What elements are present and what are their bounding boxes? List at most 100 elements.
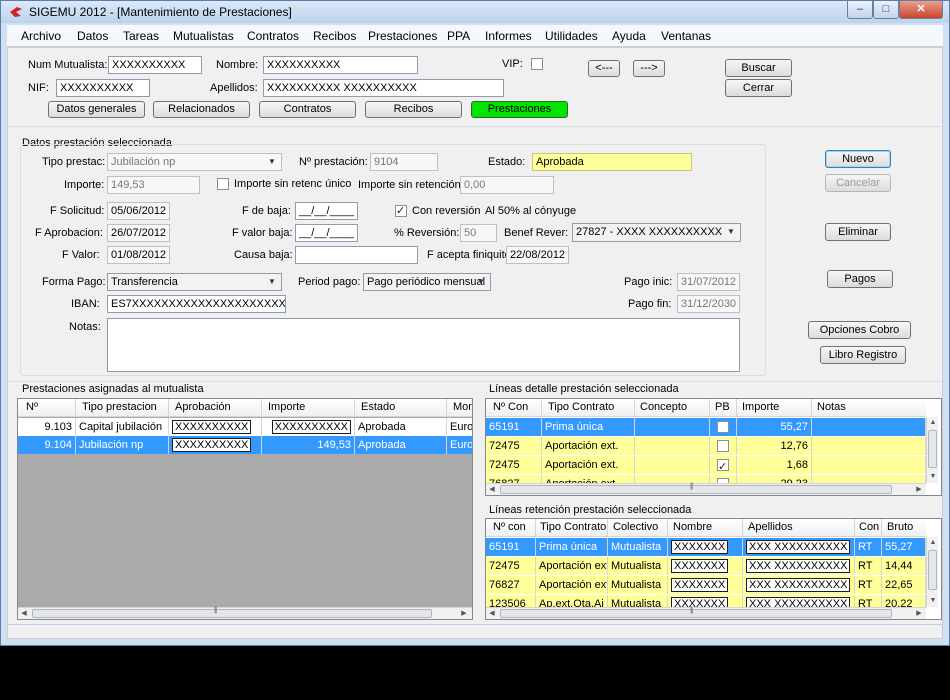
nuevo-button[interactable]: Nuevo bbox=[825, 150, 891, 168]
table-row[interactable]: 9.103 Capital jubilación XXXXXXXXXX XXXX… bbox=[18, 418, 472, 436]
period-pago-combo[interactable]: Pago periódico mensual ▼ bbox=[363, 273, 491, 291]
tipo-prestac-combo[interactable]: Jubilación np ▼ bbox=[107, 153, 282, 171]
table-row[interactable]: 76827 Aportación ext. Mutualista XXXXXXX XXX… bbox=[486, 576, 926, 594]
col-header-ncon[interactable]: Nº con bbox=[493, 521, 526, 533]
col-header-tipo-prestacion[interactable]: Tipo prestacion bbox=[82, 401, 157, 413]
scroll-thumb[interactable] bbox=[500, 485, 892, 494]
cerrar-button[interactable]: Cerrar bbox=[725, 79, 792, 97]
col-header-num[interactable]: Nº bbox=[26, 401, 38, 413]
next-button[interactable]: ---> bbox=[633, 60, 665, 77]
col-header-notas[interactable]: Notas bbox=[817, 401, 846, 413]
col-header-moneda[interactable]: Mone bbox=[453, 401, 472, 413]
menu-informes[interactable]: Informes bbox=[485, 29, 532, 43]
pb-checkbox[interactable] bbox=[717, 440, 729, 452]
nif-field[interactable]: XXXXXXXXXX bbox=[56, 79, 150, 97]
importe-field[interactable]: 149,53 bbox=[107, 176, 200, 194]
iban-field[interactable]: ES7XXXXXXXXXXXXXXXXXXXXXX bbox=[107, 295, 286, 313]
horizontal-scrollbar[interactable]: ◀ ||| ▶ bbox=[18, 607, 472, 619]
pb-checkbox[interactable] bbox=[717, 421, 729, 433]
menu-ventanas[interactable]: Ventanas bbox=[661, 29, 711, 43]
scroll-thumb[interactable] bbox=[500, 609, 892, 618]
pb-checkbox[interactable] bbox=[717, 458, 729, 474]
col-header-ncon[interactable]: Nº Con bbox=[493, 401, 528, 413]
num-mutualista-field[interactable]: XXXXXXXXXX bbox=[108, 56, 202, 74]
scroll-thumb[interactable] bbox=[928, 550, 937, 590]
f-baja-field[interactable]: __/__/____ bbox=[295, 202, 358, 220]
scroll-up-icon[interactable]: ▲ bbox=[927, 537, 939, 549]
menu-tareas[interactable]: Tareas bbox=[123, 29, 159, 43]
table-row-selected[interactable]: 65191 Prima única 55,27 bbox=[486, 418, 926, 436]
forma-pago-combo[interactable]: Transferencia ▼ bbox=[107, 273, 282, 291]
scroll-right-icon[interactable]: ▶ bbox=[913, 484, 925, 495]
pagos-button[interactable]: Pagos bbox=[827, 270, 893, 288]
estado-field[interactable]: Aprobada bbox=[532, 153, 692, 171]
menu-ayuda[interactable]: Ayuda bbox=[612, 29, 646, 43]
pct-reversion-field[interactable]: 50 bbox=[460, 224, 497, 242]
cancelar-button[interactable]: Cancelar bbox=[825, 174, 891, 192]
col-header-nombre[interactable]: Nombre bbox=[673, 521, 712, 533]
menu-mutualistas[interactable]: Mutualistas bbox=[173, 29, 234, 43]
minimize-button[interactable]: – bbox=[847, 1, 873, 19]
col-header-pb[interactable]: PB bbox=[715, 401, 730, 413]
col-header-apellidos[interactable]: Apellidos bbox=[748, 521, 793, 533]
horizontal-scrollbar[interactable]: ◀ ||| ▶ bbox=[486, 607, 926, 619]
nombre-field[interactable]: XXXXXXXXXX bbox=[263, 56, 418, 74]
table-row-selected[interactable]: 65191 Prima única Mutualista XXXXXXX XXX XXX… bbox=[486, 538, 926, 556]
col-header-estado[interactable]: Estado bbox=[361, 401, 395, 413]
con-reversion-checkbox[interactable] bbox=[395, 204, 407, 217]
benef-rever-combo[interactable]: 27827 - XXXX XXXXXXXXXX ▼ bbox=[572, 223, 741, 242]
f-valor-field[interactable]: 01/08/2012 bbox=[107, 246, 170, 264]
table-row[interactable]: 72475 Aportación ext. Mutualista XXXXXXX XXX… bbox=[486, 557, 926, 575]
menu-utilidades[interactable]: Utilidades bbox=[545, 29, 598, 43]
tab-recibos[interactable]: Recibos bbox=[365, 101, 462, 118]
col-header-tipo-contrato[interactable]: Tipo Contrato bbox=[540, 521, 606, 533]
previous-button[interactable]: <--- bbox=[588, 60, 620, 77]
col-header-con[interactable]: Con bbox=[859, 521, 879, 533]
vip-checkbox[interactable] bbox=[531, 58, 543, 70]
notas-textarea[interactable] bbox=[107, 318, 740, 372]
eliminar-button[interactable]: Eliminar bbox=[825, 223, 891, 241]
tab-datos-generales[interactable]: Datos generales bbox=[48, 101, 145, 118]
nprestacion-field[interactable]: 9104 bbox=[370, 153, 438, 171]
menu-contratos[interactable]: Contratos bbox=[247, 29, 299, 43]
maximize-button[interactable]: □ bbox=[873, 1, 899, 19]
pago-inic-field[interactable]: 31/07/2012 bbox=[677, 273, 740, 291]
col-header-bruto[interactable]: Bruto bbox=[887, 521, 913, 533]
menu-ppa[interactable]: PPA bbox=[447, 29, 470, 43]
importe-sin-retencion-field[interactable]: 0,00 bbox=[460, 176, 554, 194]
scroll-left-icon[interactable]: ◀ bbox=[486, 608, 498, 619]
tab-prestaciones[interactable]: Prestaciones bbox=[471, 101, 568, 118]
importe-sin-retenc-unico-checkbox[interactable] bbox=[217, 178, 229, 190]
col-header-aprobacion[interactable]: Aprobación bbox=[175, 401, 231, 413]
menu-recibos[interactable]: Recibos bbox=[313, 29, 356, 43]
f-acepta-finiquito-field[interactable]: 22/08/2012 bbox=[506, 246, 569, 264]
table-row[interactable]: 72475 Aportación ext. 12,76 bbox=[486, 437, 926, 455]
buscar-button[interactable]: Buscar bbox=[725, 59, 792, 77]
menu-archivo[interactable]: Archivo bbox=[21, 29, 61, 43]
vertical-scrollbar[interactable]: ▲ ▼ bbox=[926, 417, 938, 483]
scroll-down-icon[interactable]: ▼ bbox=[927, 595, 939, 607]
col-header-importe[interactable]: Importe bbox=[268, 401, 305, 413]
close-window-button[interactable]: ✕ bbox=[899, 1, 943, 19]
col-header-concepto[interactable]: Concepto bbox=[640, 401, 687, 413]
causa-baja-field[interactable] bbox=[295, 246, 418, 264]
libro-registro-button[interactable]: Libro Registro bbox=[820, 346, 906, 364]
tab-contratos[interactable]: Contratos bbox=[259, 101, 356, 118]
col-header-tipo-contrato[interactable]: Tipo Contrato bbox=[548, 401, 614, 413]
scroll-right-icon[interactable]: ▶ bbox=[913, 608, 925, 619]
scroll-up-icon[interactable]: ▲ bbox=[927, 417, 939, 429]
table-row[interactable]: 72475Aportación ext. 1,68 bbox=[486, 456, 926, 474]
vertical-scrollbar[interactable]: ▲ ▼ bbox=[926, 537, 938, 607]
opciones-cobro-button[interactable]: Opciones Cobro bbox=[808, 321, 911, 339]
f-aprobacion-field[interactable]: 26/07/2012 bbox=[107, 224, 170, 242]
tab-relacionados[interactable]: Relacionados bbox=[153, 101, 250, 118]
horizontal-scrollbar[interactable]: ◀ ||| ▶ bbox=[486, 483, 926, 495]
scroll-thumb[interactable] bbox=[928, 430, 937, 468]
f-solicitud-field[interactable]: 05/06/2012 bbox=[107, 202, 170, 220]
scroll-down-icon[interactable]: ▼ bbox=[927, 471, 939, 483]
scroll-left-icon[interactable]: ◀ bbox=[486, 484, 498, 495]
scroll-left-icon[interactable]: ◀ bbox=[18, 608, 30, 619]
col-header-colectivo[interactable]: Colectivo bbox=[613, 521, 658, 533]
table-row-selected[interactable]: 9.104 Jubilación np XXXXXXXXXX 149,53 Ap… bbox=[18, 436, 472, 454]
col-header-importe[interactable]: Importe bbox=[742, 401, 779, 413]
